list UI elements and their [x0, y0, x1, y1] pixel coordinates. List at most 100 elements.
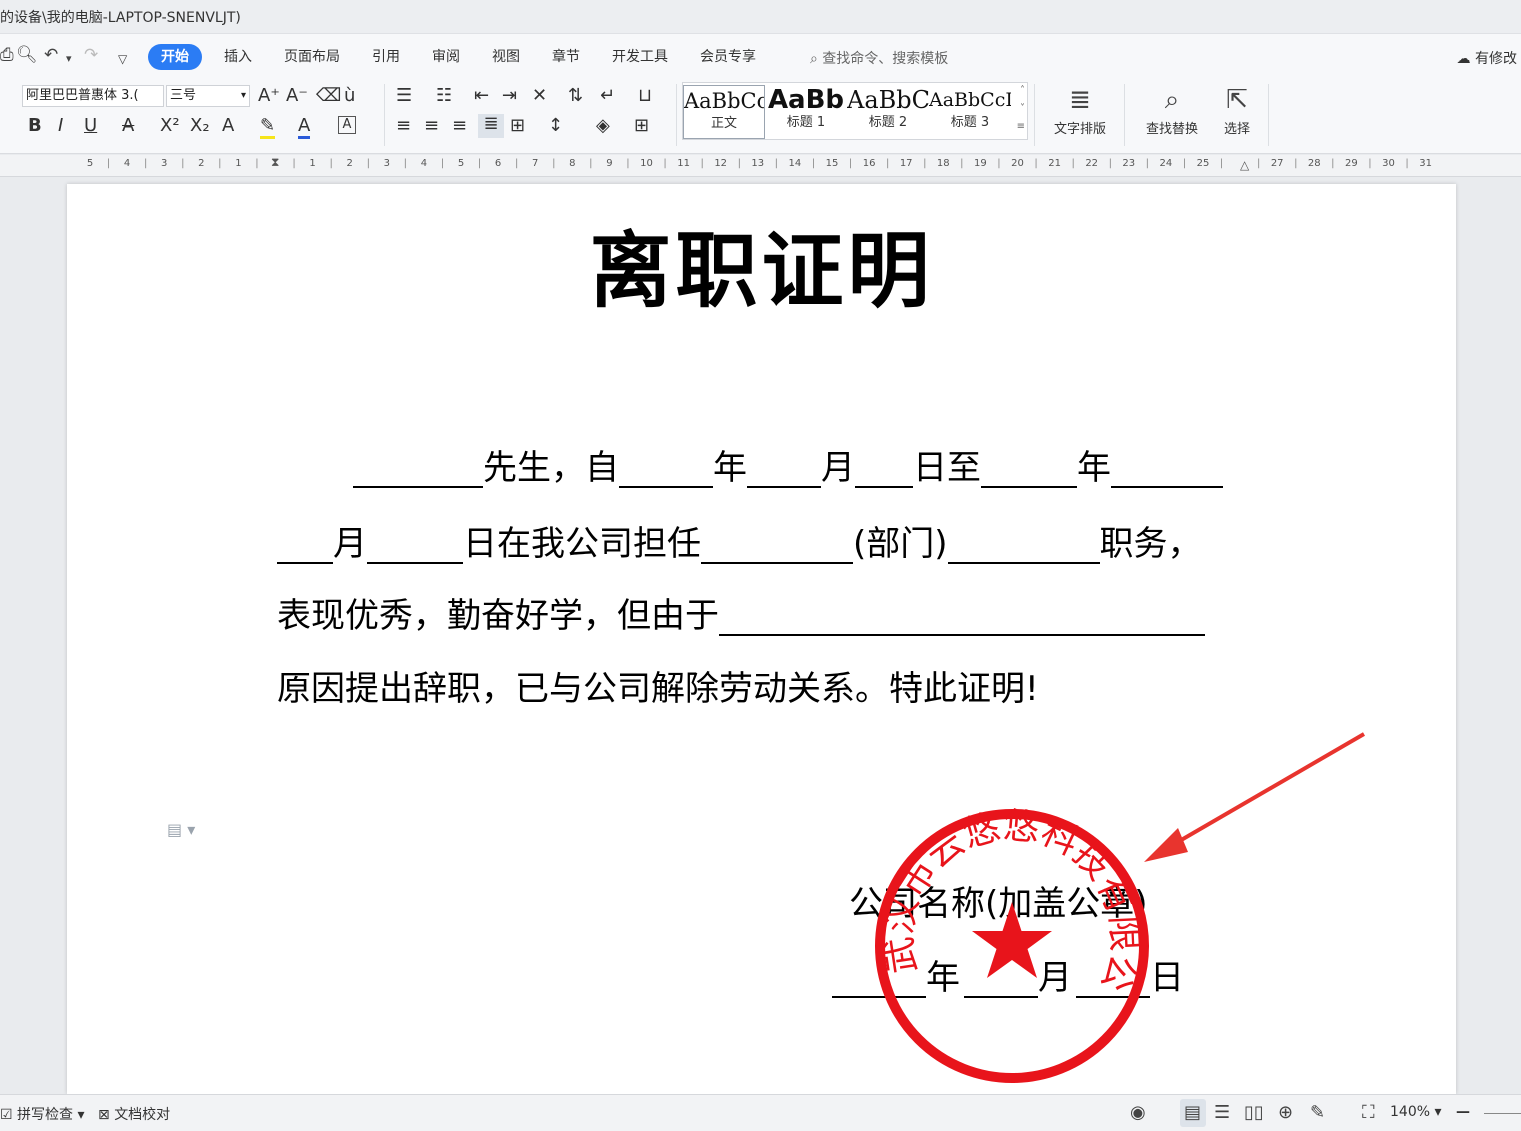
increase-font-icon[interactable]: A⁺ [258, 86, 280, 106]
align-right-icon[interactable]: ≡ [452, 116, 467, 136]
text-duty: 职务， [1099, 524, 1202, 564]
superscript-icon[interactable]: X² [160, 116, 180, 136]
ruler-minor-tick: | [848, 158, 853, 169]
style-preview: AaBbCcI [929, 89, 1011, 111]
blank-position [947, 528, 1100, 564]
tab-member[interactable]: 会员专享 [684, 44, 772, 70]
font-name-select[interactable]: 阿里巴巴普惠体 3.( [22, 85, 164, 107]
subscript-icon[interactable]: X₂ [190, 116, 210, 136]
ruler-minor-tick: | [552, 158, 556, 169]
document-title: 离职证明 [589, 224, 934, 319]
chinese-layout-icon[interactable]: ✕ [532, 86, 547, 106]
highlight-icon[interactable]: ✎ [260, 116, 276, 139]
tab-start[interactable]: 开始 [148, 44, 202, 70]
ruler-tick-label: 1 [235, 158, 242, 169]
select-button[interactable]: ⇱ 选择 [1214, 82, 1260, 137]
horizontal-ruler[interactable]: 5 | 4 | 3 | 2 | 1 | | 1 | 2 | 3 | 4 | 5 | 6 | 7 | 8 | 9 | 10 | 11 | 12 | 13… [0, 155, 1521, 177]
text-layout-button[interactable]: ≣ 文字排版 [1044, 82, 1116, 137]
tab-view[interactable]: 视图 [476, 44, 536, 70]
strikethrough-icon[interactable]: A [122, 116, 134, 136]
eye-protection-icon[interactable]: ◉ [1130, 1102, 1146, 1123]
font-color-icon[interactable]: A [298, 116, 311, 139]
print-preview-icon[interactable]: 🔍︎ [16, 45, 38, 65]
ruler-tick-label: 23 [1122, 158, 1136, 169]
zoom-level-select[interactable]: 140% ▾ [1390, 1104, 1442, 1120]
tab-developer[interactable]: 开发工具 [596, 44, 684, 70]
text-sign-day: 日 [1150, 958, 1184, 998]
decrease-font-icon[interactable]: A⁻ [286, 86, 308, 106]
tab-review[interactable]: 审阅 [416, 44, 476, 70]
left-indent-marker-icon[interactable]: ⧗ [271, 155, 279, 170]
web-view-icon[interactable]: ⊕ [1278, 1102, 1293, 1123]
style-scroll-up-icon[interactable]: ˄ [1020, 85, 1025, 96]
decrease-indent-icon[interactable]: ⇤ [474, 86, 489, 106]
ruler-minor-tick: | [218, 158, 222, 169]
pinyin-guide-icon[interactable]: ù [344, 86, 355, 106]
style-heading-2[interactable]: AaBbC 标题 2 [847, 85, 929, 139]
ruler-tick-label: 1 [309, 158, 316, 169]
ruler-minor-tick: | [403, 158, 408, 169]
shading-icon[interactable]: ◈ [596, 116, 610, 136]
undo-icon[interactable]: ↶ [44, 45, 58, 65]
modified-label: 有修改 [1475, 51, 1517, 67]
tab-section[interactable]: 章节 [536, 44, 596, 70]
right-indent-marker-icon[interactable]: △ [1240, 158, 1249, 172]
text-year-2: 年 [1077, 448, 1111, 488]
fit-page-icon[interactable]: ⛶ [1362, 1102, 1375, 1123]
line-spacing-icon[interactable]: ↕ [548, 116, 563, 136]
ruler-minor-tick: | [1331, 158, 1335, 169]
show-marks-icon[interactable]: ↵ [600, 86, 615, 106]
justify-icon[interactable]: ≣ [478, 114, 504, 138]
sort-icon[interactable]: ⇅ [568, 86, 583, 106]
italic-icon[interactable]: I [58, 116, 63, 136]
style-heading-3[interactable]: AaBbCcI 标题 3 [929, 85, 1011, 139]
zoom-slider[interactable] [1484, 1113, 1521, 1114]
bullet-list-icon[interactable]: ☰ [396, 86, 412, 106]
tab-stops-icon[interactable]: ⊔ [638, 86, 652, 106]
style-normal[interactable]: AaBbCc 正文 [683, 85, 765, 139]
redo-icon[interactable]: ↷ [84, 45, 98, 65]
tab-page-layout[interactable]: 页面布局 [268, 44, 356, 70]
font-size-select[interactable]: 三号 ▾ [166, 85, 250, 107]
zoom-out-button[interactable]: — [1456, 1104, 1470, 1120]
blank-month-to [277, 528, 333, 564]
text-effect-icon[interactable]: A [222, 116, 234, 136]
doc-proof-button[interactable]: ⊠ 文档校对 [98, 1104, 170, 1124]
tab-references[interactable]: 引用 [356, 44, 416, 70]
style-heading-1[interactable]: AaBb 标题 1 [765, 85, 847, 139]
customize-dropdown-icon[interactable]: ▽ [118, 49, 127, 69]
modified-status[interactable]: ☁ 有修改 [1457, 48, 1517, 68]
page-view-icon[interactable]: ▤ [1184, 1102, 1201, 1123]
align-center-icon[interactable]: ≡ [424, 116, 439, 136]
increase-indent-icon[interactable]: ⇥ [502, 86, 517, 106]
borders-icon[interactable]: ⊞ [634, 116, 649, 136]
command-search[interactable]: ⌕ 查找命令、搜索模板 [810, 48, 948, 68]
bold-icon[interactable]: B [28, 116, 42, 136]
company-seal[interactable]: 武汉市云悠悠科技有限公司 [872, 806, 1152, 1086]
align-left-icon[interactable]: ≡ [396, 116, 411, 136]
ruler-tick-label: 2 [198, 158, 205, 169]
char-border-icon[interactable]: A [338, 116, 356, 134]
underline-icon[interactable]: U [84, 116, 97, 136]
reading-view-icon[interactable]: ▯▯ [1244, 1102, 1264, 1123]
save-icon[interactable]: ⎙ [0, 45, 14, 65]
style-scroll-down-icon[interactable]: ˅ [1020, 103, 1025, 114]
undo-dropdown-icon[interactable]: ▾ [66, 49, 72, 69]
outline-view-icon[interactable]: ☰ [1214, 1102, 1230, 1123]
find-replace-button[interactable]: ⌕ 查找替换 [1136, 82, 1208, 137]
ruler-minor-tick: | [1034, 158, 1038, 169]
style-more-icon[interactable]: ≡ [1017, 121, 1025, 132]
spell-check-button[interactable]: ☑ 拼写检查 ▾ [0, 1104, 85, 1124]
blank-department [701, 528, 853, 564]
write-mode-icon[interactable]: ✎ [1310, 1102, 1325, 1123]
paragraph-layout-icon[interactable]: ▤ ▾ [167, 820, 195, 839]
text-year: 年 [713, 448, 747, 488]
clear-format-icon[interactable]: ⌫ [316, 86, 341, 106]
distributed-align-icon[interactable]: ⊞ [510, 116, 525, 136]
numbered-list-icon[interactable]: ☷ [436, 86, 452, 106]
ruler-minor-tick: | [1071, 158, 1075, 169]
ruler-tick-label: 12 [714, 158, 728, 169]
document-page[interactable]: 离职证明 先生，自年月日至年 月日在我公司担任 (部门) 职务， 表现优秀，勤奋好学… [67, 184, 1456, 1094]
tab-insert[interactable]: 插入 [208, 44, 268, 70]
ruler-tick-label: 5 [86, 158, 94, 169]
